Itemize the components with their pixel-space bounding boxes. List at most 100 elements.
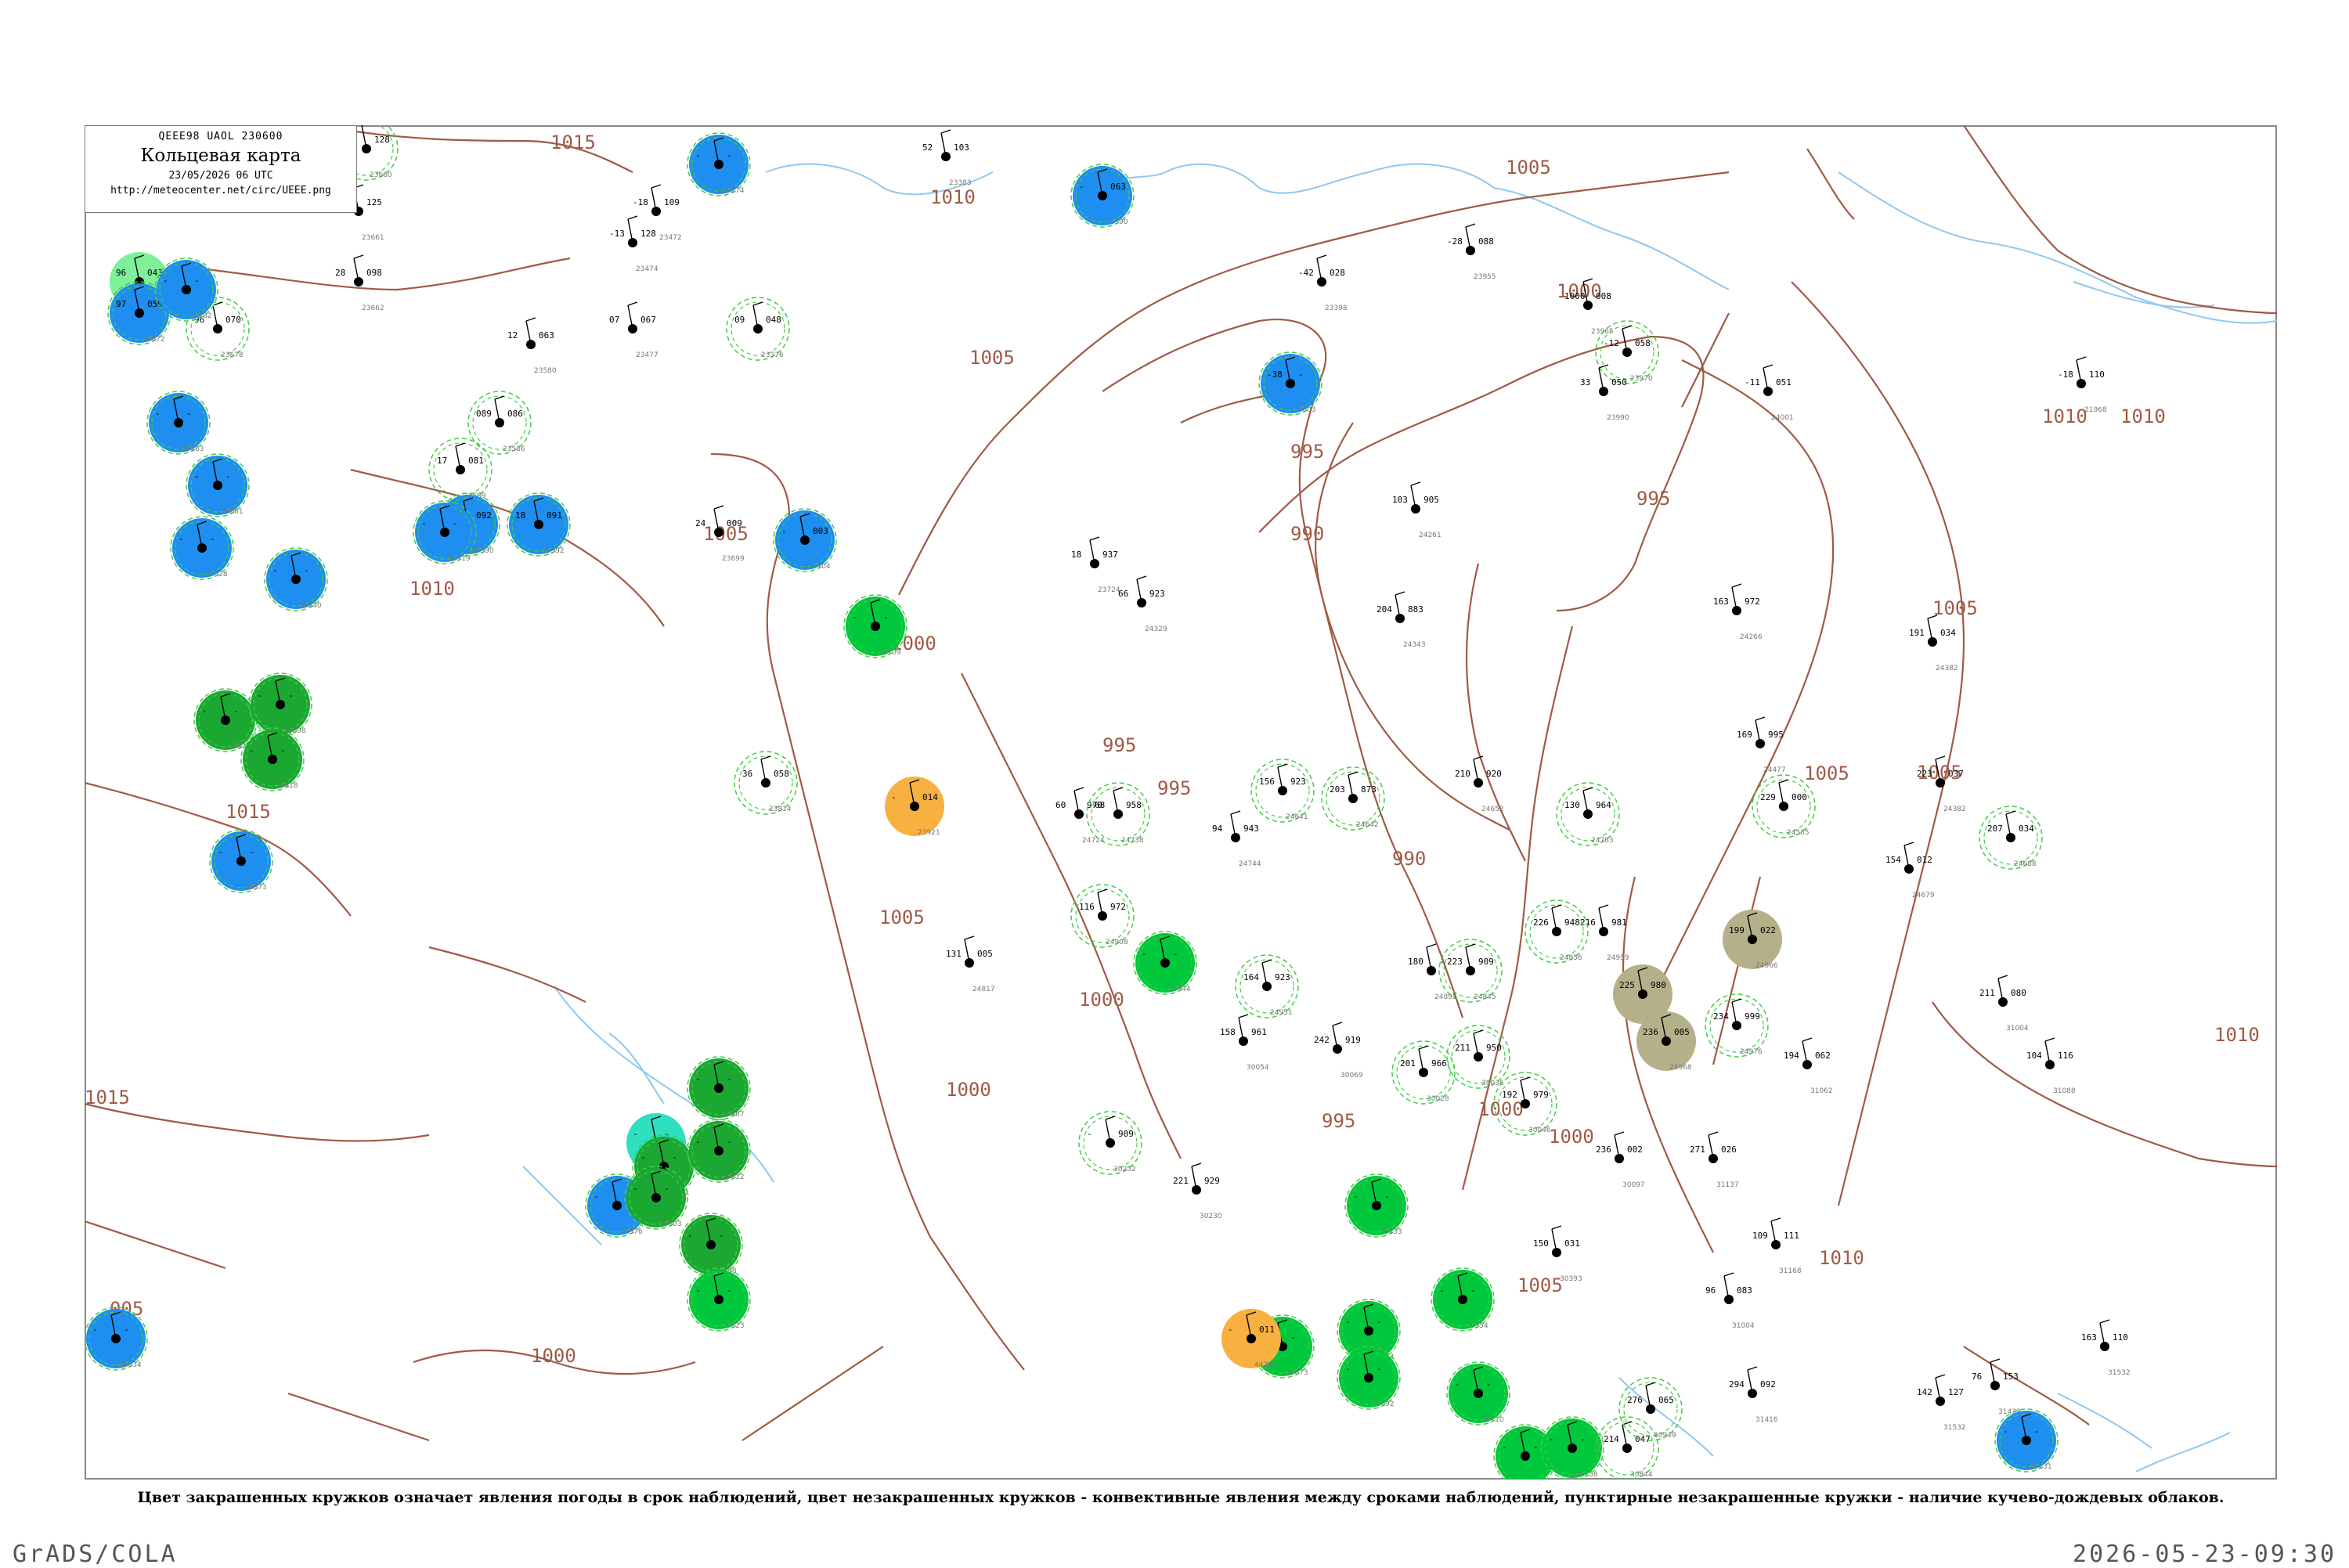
station-plot[interactable]: 163 972 24266: [1713, 583, 1763, 641]
station-plot[interactable]: 12 063 23580: [507, 317, 557, 375]
station-plot[interactable]: - - 24944: [1133, 931, 1197, 995]
station-plot[interactable]: 142 127 31532: [1917, 1374, 1966, 1432]
station-plot[interactable]: 163 110 31532: [2081, 1319, 2131, 1377]
station-plot[interactable]: - - 30710: [1446, 1361, 1510, 1426]
station-plot[interactable]: 180 - 24895: [1408, 943, 1457, 1001]
isobar-label: 990: [1290, 523, 1324, 545]
station-plot[interactable]: 236 002 30097: [1596, 1131, 1645, 1189]
station-plot[interactable]: - - 23274: [687, 132, 751, 196]
station-pressure: -: [2034, 1426, 2040, 1436]
station-plot[interactable]: 164 923 24951: [1235, 954, 1299, 1018]
station-plot[interactable]: - - 28661: [186, 453, 250, 517]
station-temperature: -: [1502, 1442, 1507, 1452]
station-plot[interactable]: - - 30823: [687, 1267, 751, 1332]
station-plot[interactable]: 131 005 24817: [946, 935, 995, 993]
station-plot[interactable]: -38 - 23803: [1258, 351, 1322, 416]
wind-barb-icon: [1755, 716, 1766, 721]
station-plot[interactable]: 226 948 24856: [1525, 899, 1589, 964]
station-plot[interactable]: - - 23709: [843, 594, 907, 658]
station-plot[interactable]: 104 116 31088: [2026, 1037, 2076, 1095]
station-plot[interactable]: 36 058 23814: [734, 751, 798, 815]
station-pressure: 905: [1423, 495, 1439, 505]
station-plot[interactable]: - -28698: [248, 672, 312, 737]
station-plot[interactable]: 28 098 23662: [335, 254, 384, 312]
station-plot[interactable]: 96 083 31004: [1705, 1272, 1755, 1330]
station-plot[interactable]: - - 30554: [1431, 1267, 1495, 1332]
station-plot[interactable]: -28 088 23955: [1447, 223, 1496, 281]
station-plot[interactable]: - - 29328: [170, 516, 234, 580]
station-temperature: -: [2003, 1426, 2008, 1436]
station-plot[interactable]: 194 062 31062: [1784, 1037, 1833, 1095]
station-pressure: 048: [766, 315, 781, 325]
station-plot[interactable]: - - 30433: [1344, 1173, 1409, 1238]
station-plot[interactable]: 156 923 24641: [1250, 759, 1315, 823]
station-plot[interactable]: 207 034 24688: [1979, 806, 2043, 870]
station-plot[interactable]: 191 034 24382: [1909, 615, 1958, 672]
station-plot[interactable]: - - 30758: [1540, 1416, 1604, 1480]
isobar-label: 1000: [1478, 1098, 1524, 1120]
station-pressure: 080: [2011, 988, 2026, 998]
station-plot[interactable]: - 003 23704: [773, 508, 837, 572]
station-plot[interactable]: 18 091 23592: [507, 492, 571, 557]
station-plot[interactable]: 52 103 23383: [922, 129, 972, 187]
station-plot[interactable]: 1708123589: [428, 438, 493, 502]
station-plot[interactable]: 271 026 31137: [1690, 1131, 1739, 1189]
isobar-label: 1000: [946, 1079, 991, 1101]
station-temperature: 211: [1979, 988, 1995, 998]
station-plot[interactable]: - -29430: [193, 688, 258, 752]
station-plot[interactable]: 66 923 24329: [1118, 575, 1167, 633]
station-plot[interactable]: - - 29231: [1994, 1408, 2059, 1472]
station-temperature: -: [1079, 182, 1084, 192]
station-plot[interactable]: 60 97024724: [1055, 787, 1105, 845]
station-plot[interactable]: 204 883 24343: [1377, 591, 1426, 649]
isobar-label: 995: [1102, 734, 1136, 756]
map-url[interactable]: http://meteocenter.net/circ/UEEE.png: [85, 185, 356, 196]
station-plot[interactable]: 07 067 23477: [609, 301, 659, 359]
station-pressure: 034: [2019, 824, 2034, 834]
station-plot[interactable]: - - 28440: [264, 547, 328, 611]
station-plot[interactable]: 234 999 24976: [1705, 993, 1769, 1058]
wind-barb-icon: [525, 317, 536, 322]
station-plot[interactable]: 103 905 24261: [1392, 481, 1442, 539]
station-plot[interactable]: - - 28418: [240, 727, 305, 791]
map-datetime: 23/05/2026 06 UTC: [168, 170, 273, 182]
synoptic-map[interactable]: 1015 1010 1005 1000 995 990 1005 1010 10…: [85, 125, 2277, 1480]
station-plot[interactable]: -13 128 23474: [609, 215, 659, 273]
station-plot[interactable]: - 014 23921: [885, 777, 944, 837]
station-plot[interactable]: - - 29263: [146, 391, 211, 455]
station-pressure: 081: [468, 456, 484, 466]
station-plot[interactable]: 94 943 24744: [1212, 810, 1261, 868]
station-plot[interactable]: 221 929 30230: [1173, 1162, 1222, 1220]
station-plot[interactable]: 199 022 24966: [1723, 910, 1782, 970]
station-plot[interactable]: - 909 30252: [1078, 1111, 1142, 1175]
station-plot[interactable]: 211 080 31004: [1979, 975, 2029, 1033]
station-plot[interactable]: 68 958 24738: [1086, 782, 1150, 846]
station-pressure: 051: [1776, 377, 1792, 387]
station-plot[interactable]: 214 04730844: [1595, 1416, 1659, 1480]
station-plot[interactable]: 109 111 31168: [1752, 1217, 1802, 1275]
station-pressure: 098: [366, 268, 382, 278]
station-plot[interactable]: 130 964 24763: [1556, 782, 1620, 846]
station-plot[interactable]: --29698: [679, 1213, 743, 1277]
station-plot[interactable]: - 063 23390: [1070, 164, 1135, 228]
station-pressure: 062: [1815, 1051, 1831, 1061]
station-plot[interactable]: 18 937 23724: [1071, 536, 1120, 594]
station-plot[interactable]: 223 909 24845: [1438, 939, 1503, 1003]
station-plot[interactable]: -42 028 23398: [1298, 254, 1348, 312]
station-plot[interactable]: 294 092 31416: [1729, 1366, 1778, 1424]
station-temperature: -12: [1604, 338, 1619, 348]
station-plot[interactable]: 089 086 23586: [467, 391, 532, 455]
station-plot[interactable]: - - 29467: [687, 1056, 751, 1120]
station-plot[interactable]: 242 919 30069: [1314, 1022, 1363, 1080]
station-plot[interactable]: 158 961 30054: [1220, 1014, 1269, 1072]
station-plot[interactable]: 211 950 30036: [1446, 1025, 1510, 1089]
station-plot[interactable]: 201 966 30028: [1391, 1040, 1456, 1105]
isobar-label: 1010: [2042, 406, 2087, 427]
station-plot[interactable]: 09 048 23376: [726, 297, 790, 361]
wind-barb-icon: [1903, 842, 1914, 846]
station-plot[interactable]: 236 005 24968: [1636, 1011, 1696, 1072]
station-plot[interactable]: 229 000 24585: [1752, 774, 1816, 838]
station-plot[interactable]: - - 29612: [687, 1119, 751, 1183]
station-id: 24959: [1607, 954, 1629, 962]
station-plots[interactable]: -128236602312523661280982366296043236719…: [85, 125, 2131, 1480]
